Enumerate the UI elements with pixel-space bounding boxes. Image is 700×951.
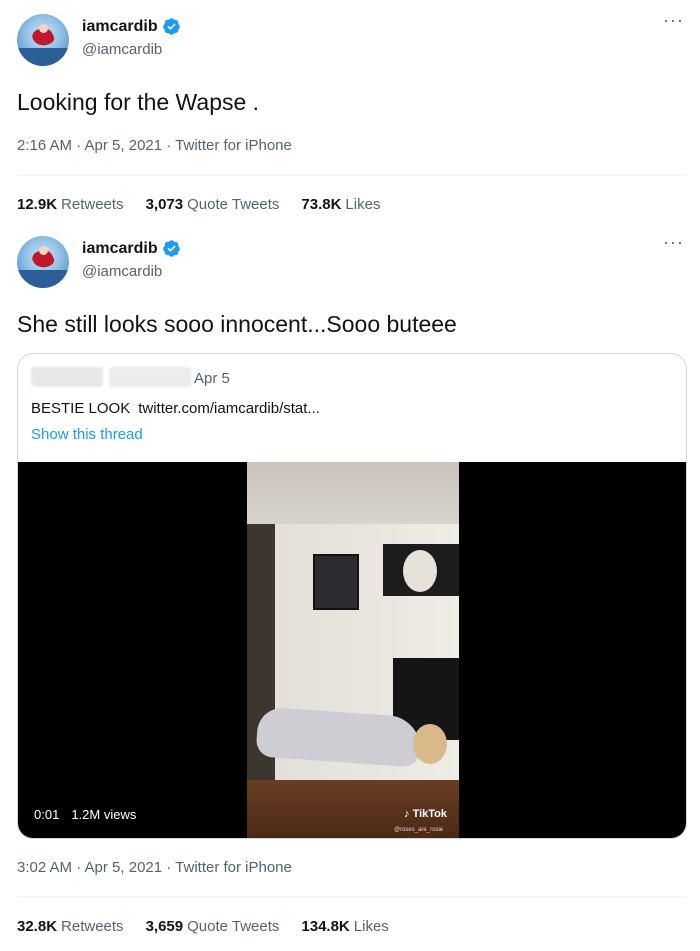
tweet-text: She still looks sooo innocent...Sooo but… — [17, 311, 457, 337]
divider — [17, 896, 686, 897]
avatar[interactable] — [17, 14, 69, 66]
tweet-stats: 32.8K Retweets 3,659 Quote Tweets 134.8K Li… — [17, 918, 389, 935]
video-player[interactable]: 0:01 1.2M views ♪ TikTok @roses_are_rosi… — [18, 462, 686, 838]
scene-person-head — [413, 724, 447, 764]
display-name[interactable]: iamcardib — [82, 239, 181, 258]
divider — [17, 175, 686, 176]
retweets-stat[interactable]: 12.9K Retweets — [17, 196, 124, 213]
blurred-display-name — [31, 367, 103, 387]
handle[interactable]: @iamcardib — [82, 263, 162, 280]
video-views: 1.2M views — [71, 807, 137, 822]
quoted-tweet-text: BESTIE LOOK twitter.com/iamcardib/stat..… — [31, 400, 320, 417]
avatar-figure-head — [39, 24, 48, 33]
quote-tweets-stat[interactable]: 3,073 Quote Tweets — [146, 196, 280, 213]
tiktok-watermark: TikTok — [412, 808, 447, 820]
more-horizontal-icon[interactable]: ··· — [663, 11, 684, 29]
tweet-stats: 12.9K Retweets 3,073 Quote Tweets 73.8K Lik… — [17, 196, 380, 213]
tiktok-watermark-user: @roses_are_rosie — [394, 827, 444, 833]
display-name-text[interactable]: iamcardib — [82, 240, 158, 258]
quoted-tweet-link[interactable]: twitter.com/iamcardib/stat... — [138, 400, 320, 417]
display-name-text[interactable]: iamcardib — [82, 18, 158, 36]
likes-stat[interactable]: 73.8K Likes — [301, 196, 380, 213]
scene-frame-face — [383, 544, 459, 596]
quoted-tweet-card[interactable]: Apr 5 BESTIE LOOK twitter.com/iamcardib/… — [17, 353, 687, 839]
tiktok-logo-icon: ♪ TikTok — [404, 808, 447, 820]
retweets-stat[interactable]: 32.8K Retweets — [17, 918, 124, 935]
avatar-figure-head — [39, 246, 48, 255]
avatar-background — [17, 270, 69, 288]
video-time: 0:01 — [34, 807, 60, 822]
tweet-meta[interactable]: 3:02 AM · Apr 5, 2021 · Twitter for iPho… — [17, 859, 292, 876]
verified-badge-icon — [162, 240, 180, 257]
tweet-text: Looking for the Wapse . — [17, 89, 260, 115]
show-thread-link[interactable]: Show this thread — [31, 426, 143, 443]
tweet-meta[interactable]: 2:16 AM · Apr 5, 2021 · Twitter for iPho… — [17, 137, 292, 154]
video-time-and-views: 0:01 1.2M views — [34, 807, 136, 822]
blurred-handle — [109, 367, 191, 387]
display-name[interactable]: iamcardib — [82, 17, 181, 36]
handle[interactable]: @iamcardib — [82, 41, 162, 58]
quoted-tweet-body: BESTIE LOOK — [31, 400, 131, 417]
avatar[interactable] — [17, 236, 69, 288]
video-frame — [247, 462, 459, 838]
quote-tweets-stat[interactable]: 3,659 Quote Tweets — [146, 918, 280, 935]
avatar-background — [17, 48, 69, 66]
likes-stat[interactable]: 134.8K Likes — [301, 918, 388, 935]
more-horizontal-icon[interactable]: ··· — [663, 233, 684, 251]
quoted-tweet-date[interactable]: Apr 5 — [194, 370, 230, 387]
scene-ceiling — [247, 462, 459, 524]
scene-frame-dark — [313, 554, 359, 610]
verified-badge-icon — [162, 18, 180, 35]
scene-face — [403, 550, 437, 592]
